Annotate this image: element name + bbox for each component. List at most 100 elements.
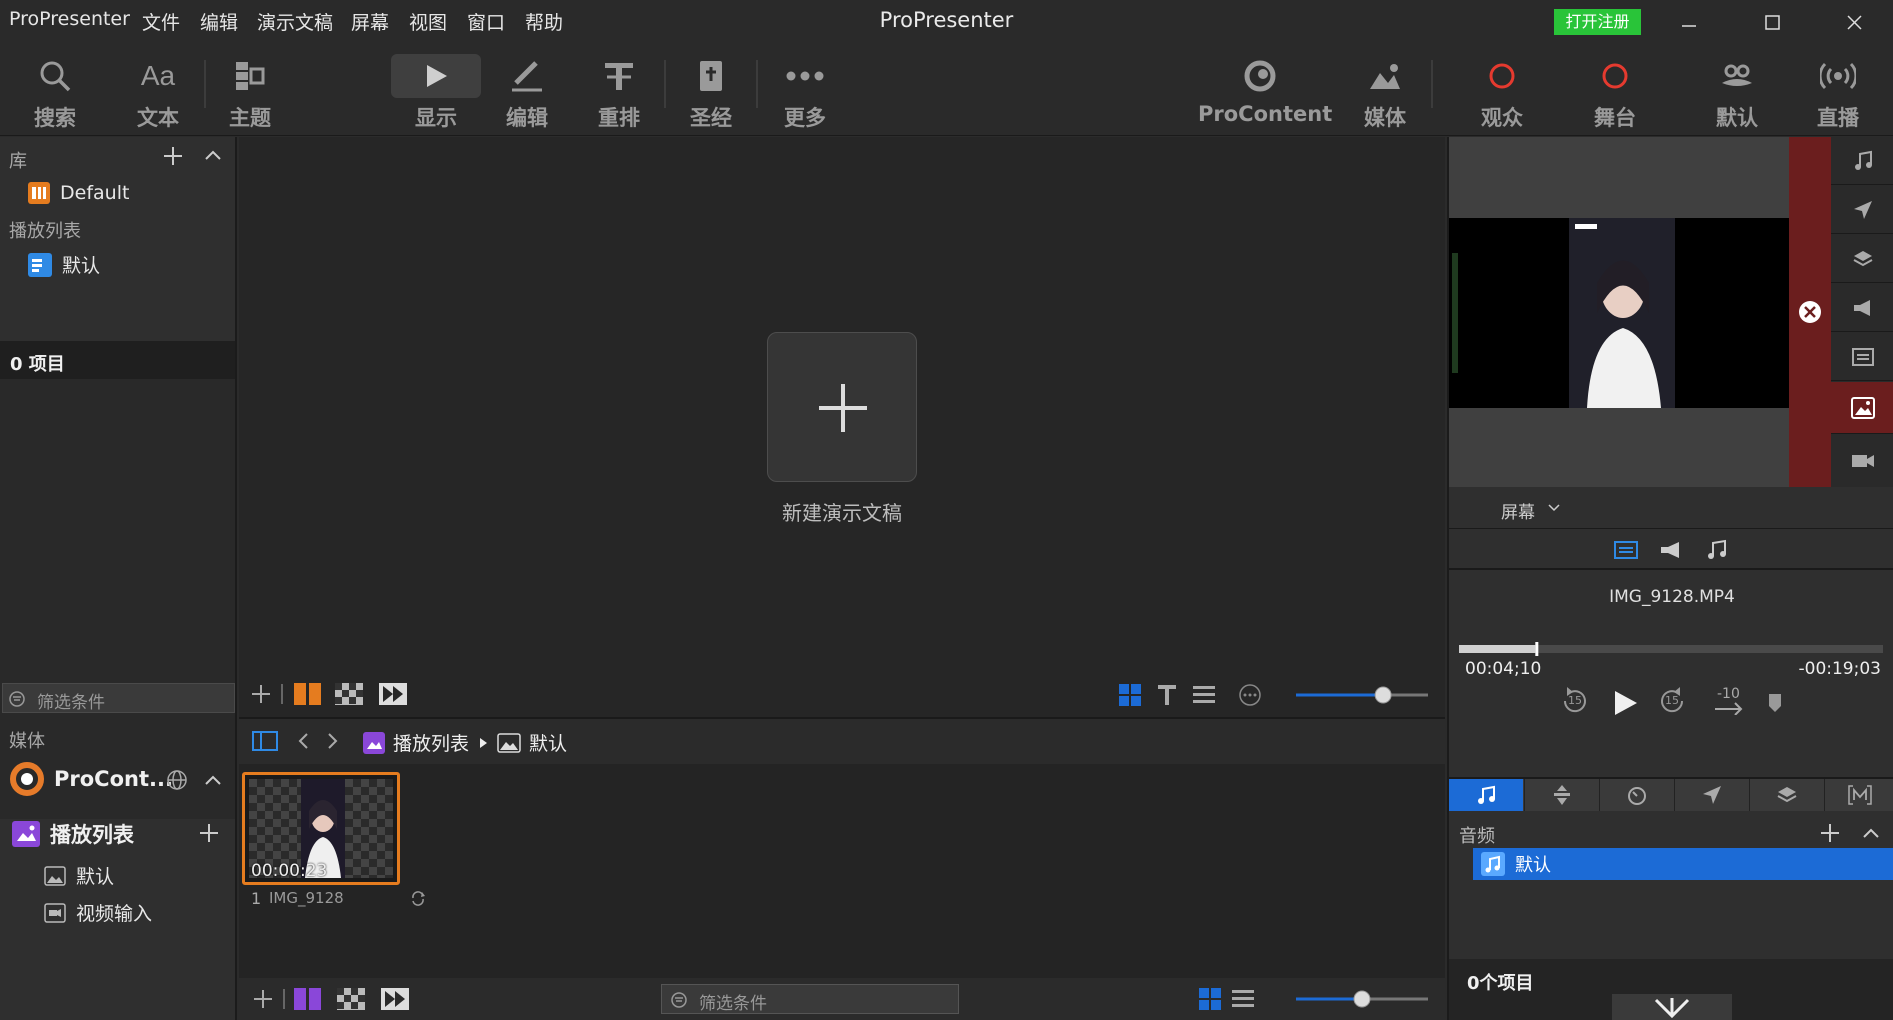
stream-button[interactable]: 直播 [1803,44,1873,136]
transition-icon[interactable] [381,988,409,1010]
zoom-slider-bottom[interactable] [1292,989,1432,1009]
screen-selector[interactable]: 屏幕 [1449,487,1893,529]
stage-button[interactable]: 舞台 [1580,44,1650,136]
announcement-transport-icon[interactable] [1659,540,1685,560]
zoom-slider-top[interactable] [1292,685,1432,705]
default-look-button[interactable]: 默认 [1702,44,1772,136]
download-arrow-icon [1654,998,1690,1019]
audio-playlist-default[interactable]: 默认 [1473,848,1893,880]
transparent-media-icon[interactable] [335,683,363,705]
back-icon[interactable] [297,732,309,750]
tab-stage[interactable] [1524,779,1598,811]
audio-drop-target[interactable] [1612,994,1732,1020]
minimize-button[interactable] [1668,8,1708,36]
tab-macros[interactable] [1824,779,1893,811]
menu-window[interactable]: 窗口 [467,8,505,35]
jump-button[interactable]: -10 [1713,685,1747,717]
more-options-icon[interactable] [1238,683,1262,707]
menu-view[interactable]: 视图 [409,8,447,35]
transition-icon[interactable] [379,683,407,705]
clear-layer-icon[interactable] [1797,299,1823,325]
clear-media-button[interactable] [1831,382,1893,434]
text-tool-button[interactable]: Aa 文本 [123,44,193,136]
media-playlist-item-default[interactable]: 默认 [44,862,114,889]
add-media-icon[interactable] [252,988,274,1010]
procontent-button[interactable]: ProContent [1198,44,1332,136]
send-icon [1702,786,1721,804]
media-purple-icon[interactable] [294,988,322,1010]
transport-scrubber[interactable] [1459,642,1883,656]
add-icon[interactable] [250,683,272,705]
library-item-default[interactable]: Default [28,182,129,204]
media-button[interactable]: 媒体 [1350,44,1420,136]
register-button[interactable]: 打开注册 [1554,9,1641,35]
audio-panel: 音频 默认 [1449,813,1893,959]
menu-screen[interactable]: 屏幕 [351,8,389,35]
tab-timers[interactable] [1599,779,1673,811]
chevron-up-icon[interactable] [204,149,222,161]
chevron-up-icon[interactable] [1862,827,1880,839]
chevron-up-icon[interactable] [204,774,222,786]
edit-mode-button[interactable]: 编辑 [492,44,562,136]
add-audio-playlist-icon[interactable] [1819,822,1841,844]
clear-messages-button[interactable] [1831,186,1893,234]
media-playlist-item-video-input[interactable]: 视频输入 [44,899,152,926]
marker-icon[interactable] [1767,692,1783,714]
list-view-icon[interactable] [1193,684,1215,706]
new-presentation-button[interactable] [767,332,917,482]
clear-slide-button[interactable] [1831,333,1893,381]
list-view-icon[interactable] [1232,988,1254,1010]
more-button[interactable]: 更多 [770,44,840,136]
media-source-procontent[interactable]: ProCont... [10,762,173,796]
globe-icon[interactable] [166,769,188,791]
library-orange-icon[interactable] [294,683,322,705]
forward-icon[interactable] [327,732,339,750]
presentation-transport-icon[interactable] [1614,541,1638,559]
search-tool-button[interactable]: 搜索 [20,44,90,136]
text-view-icon[interactable] [1157,684,1177,706]
media-item-thumbnail[interactable]: 00:00:23 [242,772,400,885]
app-name-menu[interactable]: ProPresenter [9,8,130,30]
audience-button[interactable]: 观众 [1467,44,1537,136]
bible-mode-button[interactable]: 圣经 [676,44,746,136]
close-window-button[interactable] [1834,8,1874,36]
sidebar-toggle-icon[interactable] [252,731,278,751]
macro-icon [1848,785,1872,805]
add-icon[interactable] [162,145,184,167]
grid-view-icon[interactable] [1119,684,1141,706]
breadcrumb-item[interactable]: 播放列表 [393,729,469,756]
media-source-label: ProCont... [54,767,173,791]
right-panel: 屏幕 IMG_9128.MP4 00:04;10 -00:19;03 15 15 [1447,137,1893,1020]
media-playlist-header[interactable]: 播放列表 [12,819,134,849]
tab-messages[interactable] [1674,779,1748,811]
clear-props-button[interactable] [1831,235,1893,283]
maximize-button[interactable] [1752,8,1792,36]
library-filter-input[interactable]: 筛选条件 [2,683,235,713]
breadcrumb-item[interactable]: 默认 [529,729,567,756]
show-mode-button[interactable]: 显示 [391,44,481,136]
tab-props[interactable] [1749,779,1823,811]
menu-presentation[interactable]: 演示文稿 [257,8,333,35]
clear-announcements-button[interactable] [1831,284,1893,332]
loop-icon[interactable] [409,890,427,906]
menu-file[interactable]: 文件 [142,8,180,35]
menu-help[interactable]: 帮助 [525,8,563,35]
tab-audio[interactable] [1449,779,1523,811]
playlist-item-default[interactable]: 默认 [28,251,100,278]
play-icon[interactable] [1611,689,1639,717]
media-filter-input[interactable]: 筛选条件 [661,984,959,1014]
audio-transport-icon[interactable] [1705,539,1729,561]
menu-edit[interactable]: 编辑 [200,8,238,35]
item-count: 0 项目 [10,354,65,375]
skip-back-button[interactable]: 15 [1559,685,1591,717]
library-icon [28,182,50,204]
reflow-mode-button[interactable]: 重排 [584,44,654,136]
presentation-controls [239,672,1445,717]
clear-audio-button[interactable] [1831,137,1893,185]
transparent-media-icon[interactable] [337,988,365,1010]
theme-tool-button[interactable]: 主题 [215,44,285,136]
clear-video-input-button[interactable] [1831,435,1893,487]
grid-view-icon[interactable] [1199,988,1221,1010]
add-media-playlist-icon[interactable] [198,822,220,844]
skip-forward-button[interactable]: 15 [1656,685,1688,717]
